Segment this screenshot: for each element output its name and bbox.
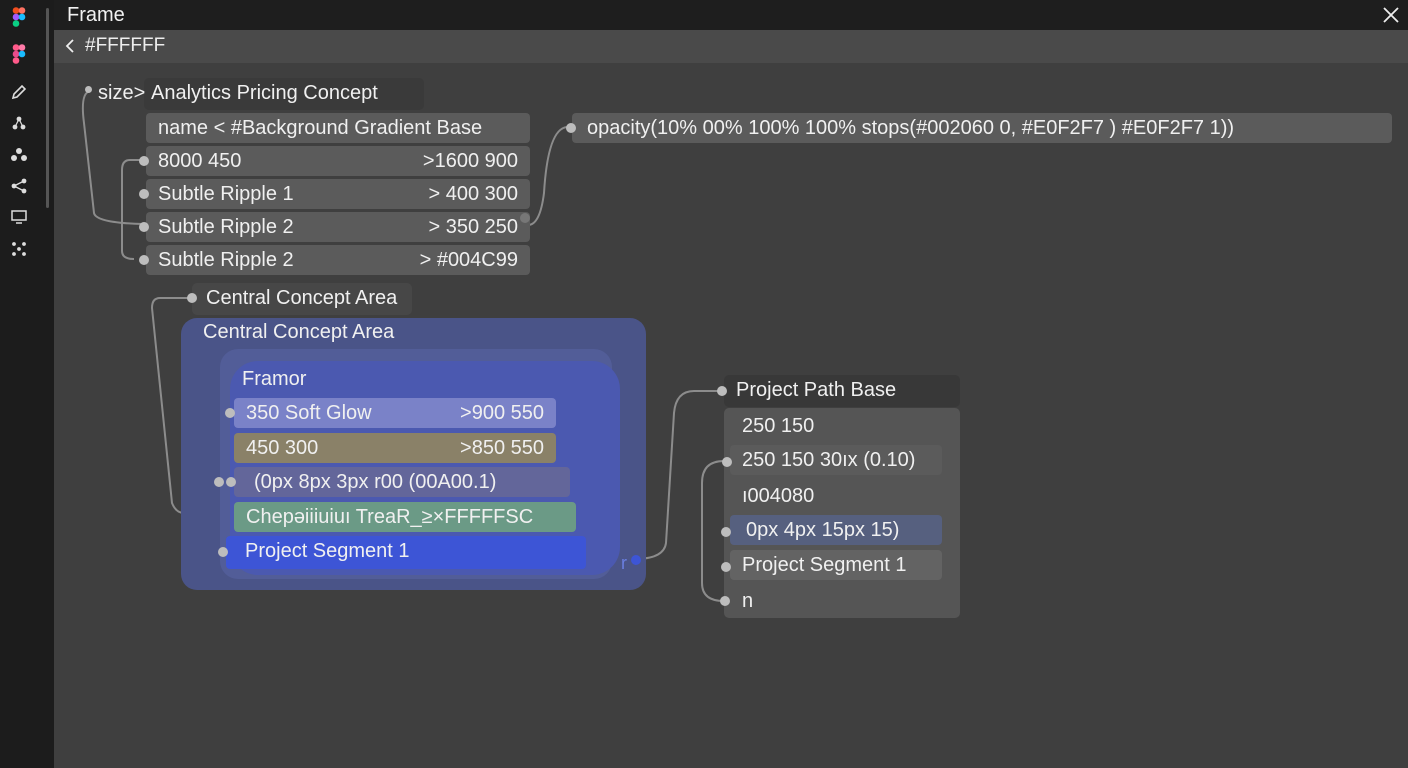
window-title: Frame <box>67 4 125 26</box>
project-segment-row[interactable]: Project Segment 1 <box>226 536 586 569</box>
path-node-port[interactable] <box>721 527 731 537</box>
path-node-port[interactable] <box>720 596 730 606</box>
size-node-name-row[interactable]: name < #Background Gradient Base <box>146 113 530 143</box>
central-node-inner-title: Central Concept Area <box>203 321 395 343</box>
central-node-port[interactable] <box>225 408 235 418</box>
central-node-header-label: Central Concept Area <box>206 287 398 309</box>
tool-sidebar <box>0 0 54 768</box>
path-node-row[interactable]: 0px 4px 15px 15) <box>730 515 942 545</box>
close-icon[interactable] <box>1380 4 1402 26</box>
title-bar: Frame <box>54 0 1408 30</box>
size-node-row[interactable]: Subtle Ripple 2 > #004C99 <box>146 245 530 275</box>
size-node-title: Analytics Pricing Concept <box>151 82 378 104</box>
nodes-icon[interactable] <box>9 113 29 133</box>
grid-dots-icon[interactable] <box>9 239 29 259</box>
path-node-title: Project Path Base <box>736 379 897 401</box>
pencil-icon[interactable] <box>9 82 29 102</box>
breadcrumb-label: #FFFFFF <box>85 35 166 56</box>
chevron-left-icon[interactable] <box>62 38 78 54</box>
framor-group-title: Framor <box>242 368 307 390</box>
node-canvas[interactable]: size> Analytics Pricing Concept name < #… <box>54 63 1408 768</box>
central-node-port[interactable] <box>218 547 228 557</box>
size-node-output-port[interactable] <box>520 213 530 223</box>
path-node-row: ı004080 <box>742 485 815 507</box>
sidebar-scrollbar[interactable] <box>46 8 49 208</box>
central-node-row[interactable]: 350 Soft Glow >900 550 <box>234 398 556 428</box>
central-node-port[interactable] <box>214 477 224 487</box>
group-icon[interactable] <box>9 145 29 165</box>
size-node-row[interactable]: Subtle Ripple 1 > 400 300 <box>146 179 530 209</box>
path-node-port[interactable] <box>721 562 731 572</box>
size-node-port[interactable] <box>139 222 149 232</box>
size-node-port[interactable] <box>139 255 149 265</box>
path-node-port[interactable] <box>722 457 732 467</box>
opacity-node-port[interactable] <box>566 123 576 133</box>
opacity-node-text: opacity(10% 00% 100% 100% stops(#002060 … <box>587 117 1235 139</box>
size-node-key: size> <box>98 82 146 104</box>
central-node-row[interactable]: 450 300 >850 550 <box>234 433 556 463</box>
figma-logo-icon[interactable] <box>9 44 29 64</box>
size-node-row[interactable]: Subtle Ripple 2 > 350 250 <box>146 212 530 242</box>
central-node-row[interactable]: (0px 8px 3px r00 (00A00.1) <box>234 467 570 497</box>
central-node-port[interactable] <box>187 293 197 303</box>
central-node-footer-glyph: r <box>621 553 627 573</box>
path-node-row[interactable]: Project Segment 1 <box>730 550 942 580</box>
central-node-port[interactable] <box>226 477 236 487</box>
opacity-node[interactable]: opacity(10% 00% 100% 100% stops(#002060 … <box>572 113 1392 143</box>
breadcrumb-bar: #FFFFFF <box>54 30 1408 64</box>
path-node-row: n <box>742 590 754 612</box>
share-icon[interactable] <box>9 176 29 196</box>
monitor-icon[interactable] <box>9 207 29 227</box>
central-node-output-port[interactable] <box>631 555 641 565</box>
central-node-row[interactable]: Chepəiiiuiuı TreaR_≥×FFFFFSC <box>234 502 576 532</box>
path-node-row[interactable]: 250 150 30ıx (0.10) <box>730 445 942 475</box>
size-node-port[interactable] <box>139 189 149 199</box>
size-node-port[interactable] <box>85 86 92 93</box>
figma-logo-icon[interactable] <box>9 7 29 27</box>
size-node-row[interactable]: 8000 450 >1600 900 <box>146 146 530 176</box>
path-node-port[interactable] <box>717 386 727 396</box>
size-node-port[interactable] <box>139 156 149 166</box>
path-node-panel <box>724 408 960 618</box>
path-node-row: 250 150 <box>742 415 815 437</box>
